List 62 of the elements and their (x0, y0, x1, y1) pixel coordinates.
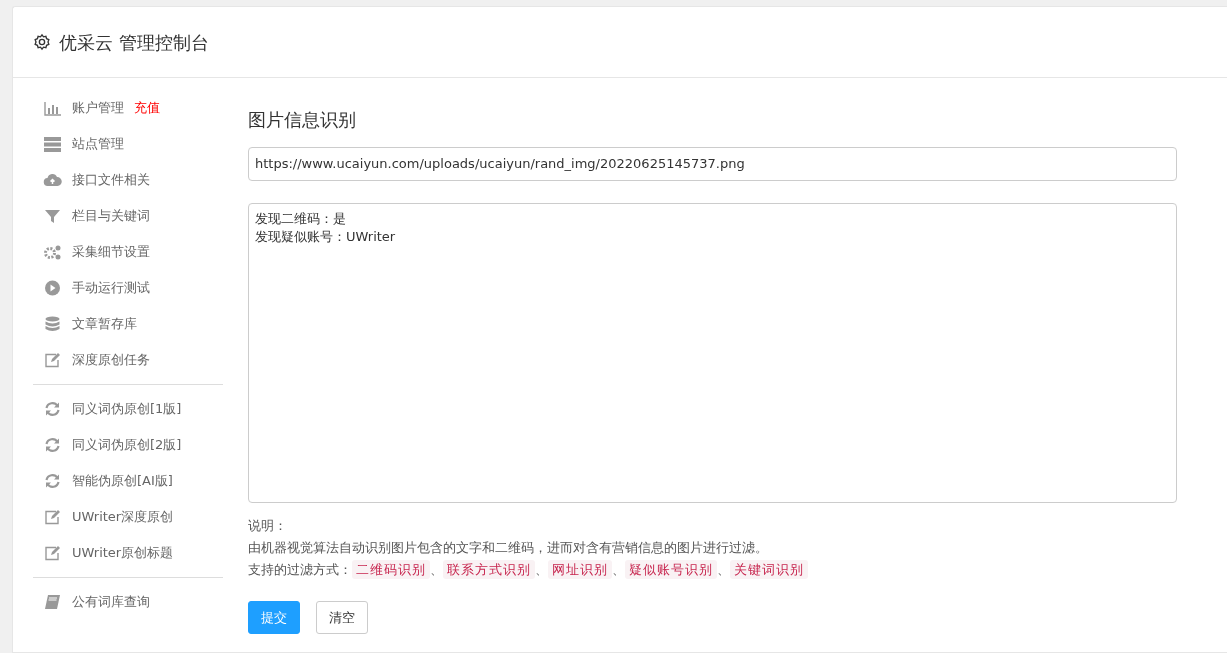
sidebar-item-label: 站点管理 (72, 135, 124, 154)
notes-heading: 说明： (248, 516, 288, 535)
sidebar-item-label: 同义词伪原创[1版] (72, 400, 182, 419)
result-line: 发现二维码：是 (255, 209, 347, 228)
sidebar-item[interactable]: UWriter深度原创 (33, 499, 223, 535)
sidebar-item-label: 文章暂存库 (72, 315, 137, 334)
separator-mark: 、 (430, 561, 443, 577)
sidebar-item[interactable]: UWriter原创标题 (33, 535, 223, 571)
sidebar-item[interactable]: 站点管理 (33, 126, 223, 162)
sidebar-item[interactable]: 深度原创任务 (33, 342, 223, 378)
recharge-link[interactable]: 充值 (134, 98, 160, 118)
sidebar-item-label: 同义词伪原创[2版] (72, 436, 182, 455)
edit-icon (43, 352, 62, 368)
section-title: 图片信息识别 (248, 108, 357, 132)
filters-label: 支持的过滤方式： (248, 561, 352, 577)
sidebar-item[interactable]: 账户管理 充值 (33, 90, 223, 126)
filter-icon (43, 208, 62, 224)
notes-text: 由机器视觉算法自动识别图片包含的文字和二维码，进而对含有营销信息的图片进行过滤。 (248, 538, 769, 557)
clear-button[interactable]: 清空 (316, 600, 368, 634)
sidebar-item-label: 手动运行测试 (72, 279, 150, 298)
result-line: 发现疑似账号：UWriter (255, 228, 397, 247)
refresh-icon (43, 473, 62, 489)
filter-tag: 二维码识别 (352, 559, 430, 579)
sidebar-item-label: 账户管理 (72, 99, 124, 118)
edit-icon (43, 545, 62, 561)
filter-tag: 网址识别 (548, 559, 612, 579)
sidebar-item-label: 深度原创任务 (72, 351, 150, 370)
cloud-upload-icon (43, 172, 62, 188)
sidebar-item[interactable]: 栏目与关键词 (33, 198, 223, 234)
edit-icon (43, 509, 62, 525)
database-icon (43, 316, 62, 332)
sidebar-item[interactable]: 接口文件相关 (33, 162, 223, 198)
sidebar-item-label: UWriter原创标题 (72, 544, 174, 563)
settings-icon (33, 33, 51, 51)
filter-tag: 疑似账号识别 (625, 559, 717, 579)
console-title: 优采云 管理控制台 (59, 30, 209, 55)
server-icon (43, 136, 62, 152)
refresh-icon (43, 401, 62, 417)
sidebar-item[interactable]: 文章暂存库 (33, 306, 223, 342)
sidebar-item-label: 采集细节设置 (72, 243, 150, 262)
separator-mark: 、 (535, 561, 548, 577)
sidebar-item[interactable]: 同义词伪原创[1版] (33, 391, 223, 427)
sidebar-item-label: 智能伪原创[AI版] (72, 472, 173, 491)
filter-tag: 关键词识别 (730, 559, 808, 579)
refresh-icon (43, 437, 62, 453)
result-box[interactable]: 发现二维码：是 发现疑似账号：UWriter (248, 202, 1177, 503)
sidebar-item-label: 栏目与关键词 (72, 207, 150, 226)
bar-chart-icon (43, 100, 62, 116)
play-circle-icon (43, 280, 62, 296)
separator-mark: 、 (717, 561, 730, 577)
sidebar-item[interactable]: 同义词伪原创[2版] (33, 427, 223, 463)
filter-tag: 联系方式识别 (443, 559, 535, 579)
sidebar-item-label: UWriter深度原创 (72, 508, 174, 527)
sidebar-item[interactable]: 智能伪原创[AI版] (33, 463, 223, 499)
sidebar-item-label: 接口文件相关 (72, 171, 150, 190)
sidebar-item[interactable]: 采集细节设置 (33, 234, 223, 270)
separator-mark: 、 (612, 561, 625, 577)
sidebar-item[interactable]: 公有词库查询 (33, 584, 223, 620)
url-field[interactable]: https://www.ucaiyun.com/uploads/ucaiyun/rand_img/20220625145737.png (248, 147, 1177, 181)
sidebar-item[interactable]: 手动运行测试 (33, 270, 223, 306)
sidebar-item-label: 公有词库查询 (72, 593, 150, 612)
book-icon (43, 594, 62, 610)
